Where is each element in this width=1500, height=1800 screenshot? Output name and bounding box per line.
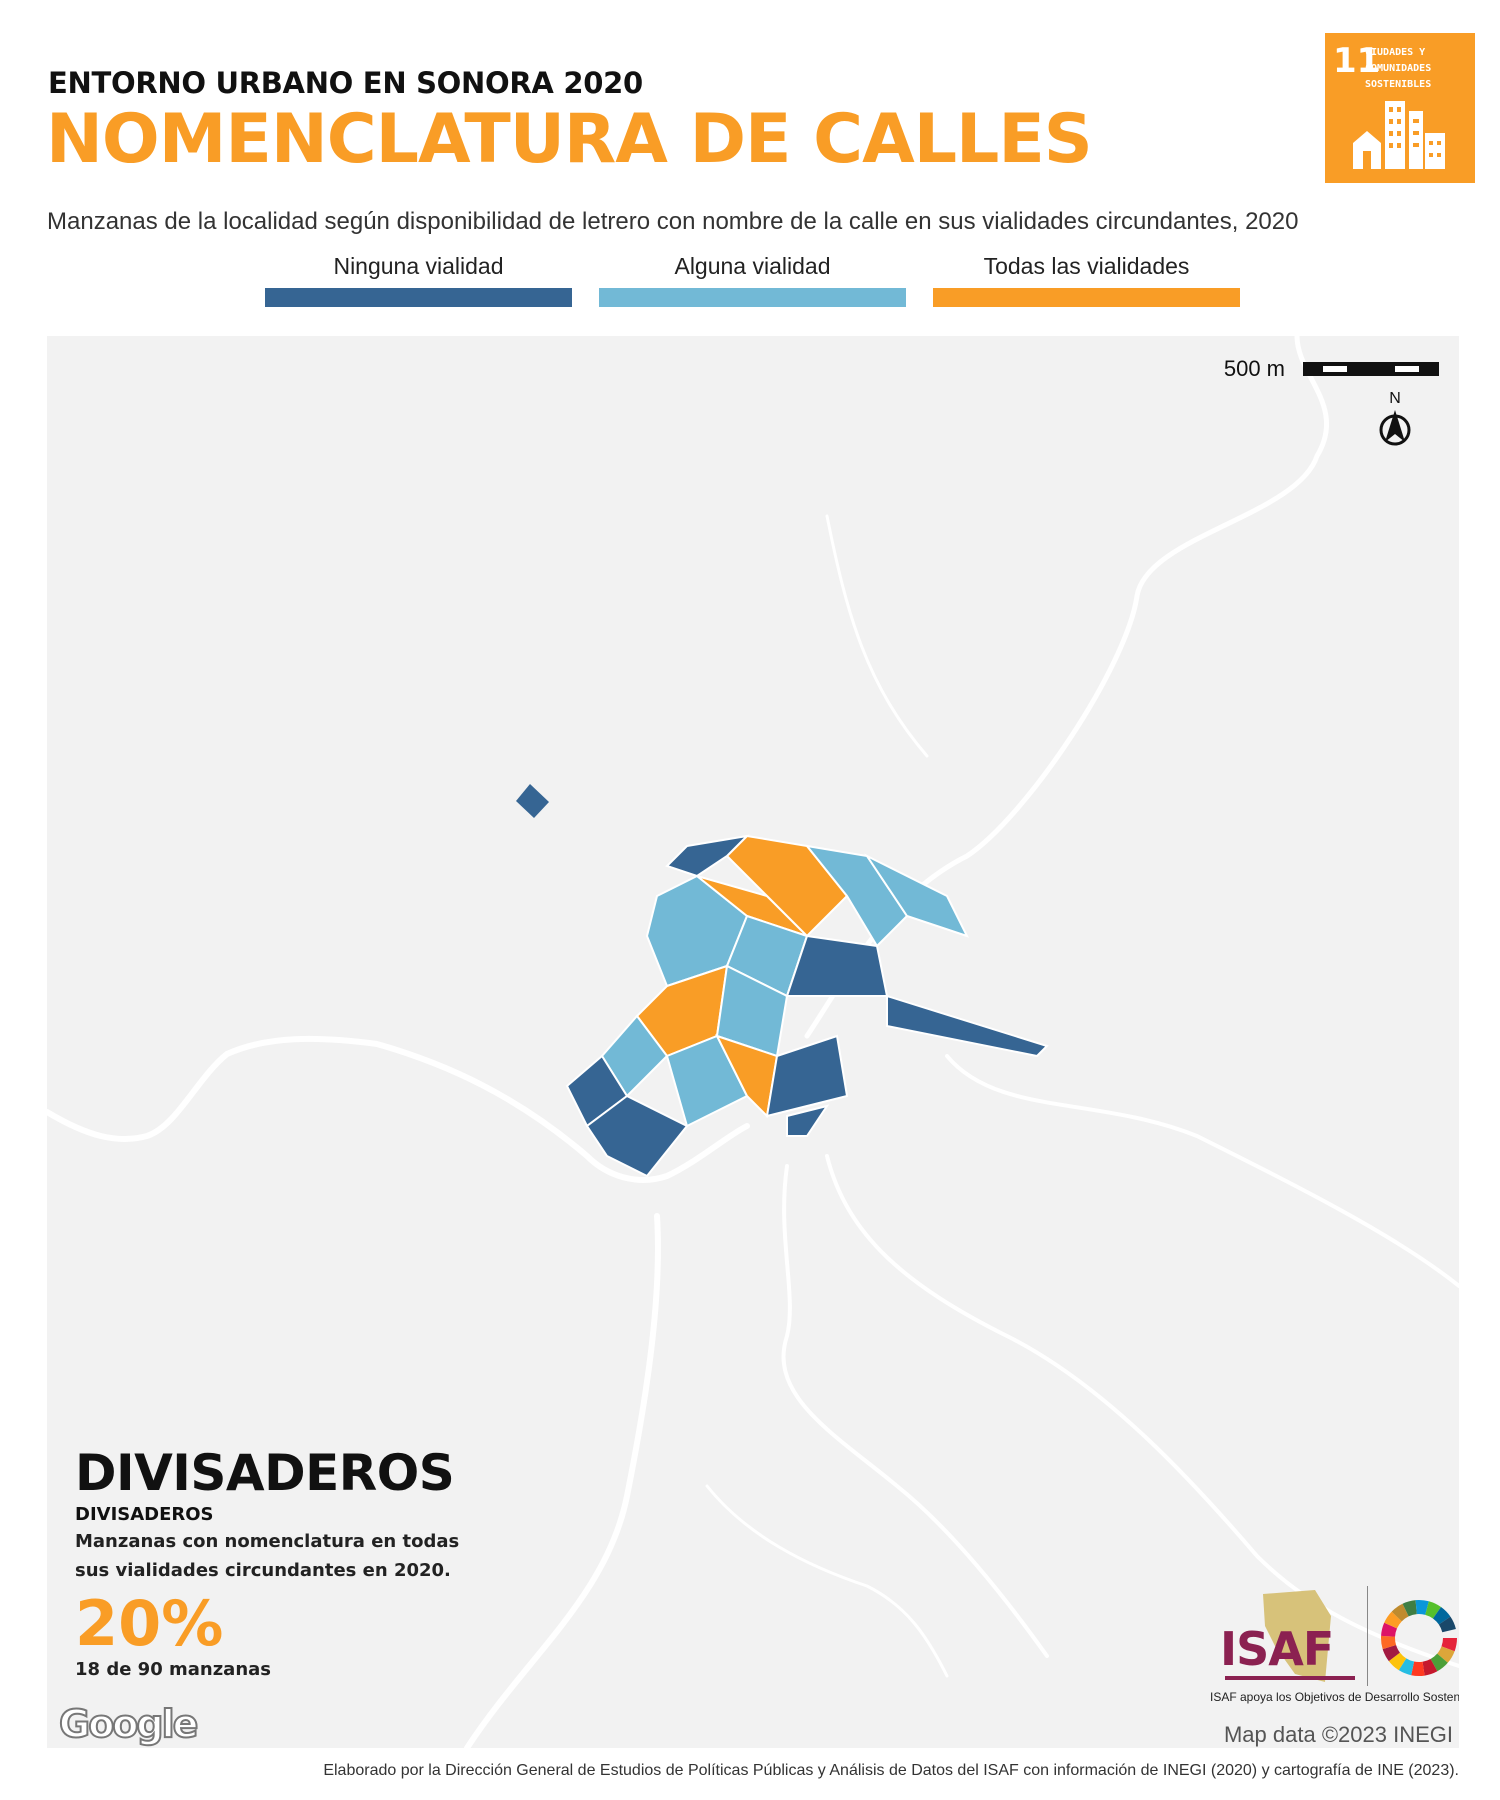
north-arrow: N [1377,390,1413,451]
city-buildings-icon [1353,101,1445,169]
map-attribution: Map data ©2023 INEGI [1223,1722,1453,1747]
legend-swatch [933,288,1240,307]
subtitle: Manzanas de la localidad según disponibi… [47,208,1299,235]
road-south-2 [781,1164,1049,1658]
sdg-text: CIUDADES Y COMUNIDADES SOSTENIBLES [1365,47,1432,90]
logos-caption: ISAF apoya los Objetivos de Desarrollo S… [1210,1690,1459,1704]
legend-label: Alguna vialidad [674,253,831,279]
city-block [516,784,549,818]
locality-info: DIVISADEROS DIVISADEROS Manzanas con nom… [75,1444,495,1680]
map-panel[interactable]: 500 m N DIVISADEROS DIVISADEROS Manzanas… [47,336,1459,1748]
indicator-percentage: 20% [75,1587,224,1660]
google-logo: Google [58,1701,199,1747]
legend-swatch [599,288,906,307]
north-label: N [1389,390,1401,407]
scale-label: 500 m [1223,356,1285,381]
city-blocks [565,834,1049,1178]
supertitle: ENTORNO URBANO EN SONORA 2020 [48,66,643,100]
page-title: NOMENCLATURA DE CALLES [46,100,1093,179]
north-arrow-icon [1379,410,1411,446]
sdg-11-badge: 11 CIUDADES Y COMUNIDADES SOSTENIBLES [1325,33,1475,183]
legend-item-ninguna: Ninguna vialidad [265,248,572,307]
road-small [825,514,929,758]
isaf-logo-underline [1225,1676,1355,1680]
indicator-count: 18 de 90 manzanas [75,1659,272,1680]
road-south [464,1213,661,1748]
road-southwest [705,1484,949,1678]
scale-bar-graphic [1303,362,1439,376]
road-east [945,1054,1459,1288]
scale-bar: 500 m [1224,356,1439,382]
credits: Elaborado por la Dirección General de Es… [323,1762,1459,1779]
locality-name: DIVISADEROS [75,1444,455,1502]
isaf-logo: ISAF [1220,1622,1334,1676]
legend-item-todas: Todas las vialidades [933,248,1240,307]
partner-logos: ISAF ISAF apoya los Objetivos de Desarro… [1155,1586,1459,1706]
legend-swatch [265,288,572,307]
legend-item-alguna: Alguna vialidad [599,248,906,307]
indicator-description: Manzanas con nomenclatura en todas sus v… [75,1531,460,1581]
sdg-wheel-icon [1381,1600,1457,1676]
locality-subname: DIVISADEROS [75,1504,214,1525]
legend-label: Ninguna vialidad [333,253,504,279]
divider [1367,1586,1368,1686]
legend-label: Todas las vialidades [983,253,1190,279]
